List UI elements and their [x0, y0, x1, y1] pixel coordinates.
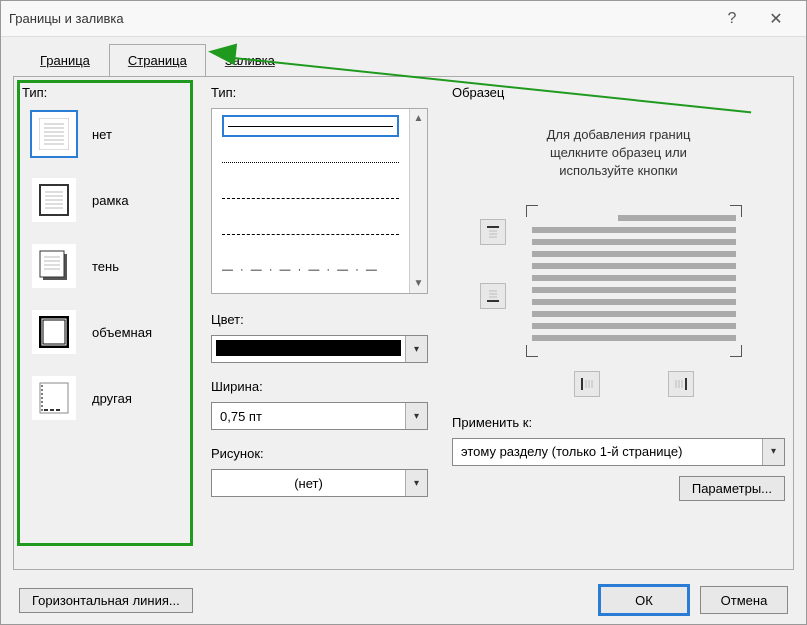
preview-hint: Для добавления границ щелкните образец и…	[452, 126, 785, 181]
color-swatch	[216, 340, 401, 356]
tab-border[interactable]: Граница	[21, 44, 109, 77]
line-style-dashed-short[interactable]	[222, 187, 399, 209]
borders-shading-dialog: Границы и заливка ? ✕ Граница Страница З…	[0, 0, 807, 625]
setting-group-label: Тип:	[22, 85, 197, 100]
setting-box-icon	[32, 178, 76, 222]
apply-to-value: этому разделу (только 1-й странице)	[453, 439, 762, 465]
width-dropdown-button[interactable]: ▾	[405, 403, 427, 429]
options-button[interactable]: Параметры...	[679, 476, 785, 501]
setting-none-icon	[32, 112, 76, 156]
ok-button[interactable]: ОК	[600, 586, 688, 614]
preview-group-label: Образец	[452, 85, 785, 100]
setting-shadow-icon	[32, 244, 76, 288]
close-button[interactable]: ✕	[754, 1, 798, 37]
scroll-down-icon[interactable]: ▼	[414, 278, 424, 289]
line-style-scrollbar[interactable]: ▲ ▼	[409, 109, 427, 293]
color-label: Цвет:	[211, 312, 428, 327]
scroll-up-icon[interactable]: ▲	[414, 113, 424, 124]
setting-shadow[interactable]: тень	[32, 244, 197, 288]
setting-box[interactable]: рамка	[32, 178, 197, 222]
setting-custom[interactable]: другая	[32, 376, 197, 420]
art-label: Рисунок:	[211, 446, 428, 461]
width-value: 0,75 пт	[212, 403, 405, 429]
border-left-button[interactable]	[574, 371, 600, 397]
line-style-dashed-long[interactable]	[222, 223, 399, 245]
width-combo[interactable]: 0,75 пт ▾	[211, 402, 428, 430]
apply-to-dropdown-button[interactable]: ▾	[762, 439, 784, 465]
setting-shadow-label: тень	[92, 259, 119, 274]
cancel-button[interactable]: Отмена	[700, 586, 788, 614]
line-style-solid[interactable]	[222, 115, 399, 137]
setting-none[interactable]: нет	[32, 112, 197, 156]
setting-custom-label: другая	[92, 391, 132, 406]
tab-page[interactable]: Страница	[109, 44, 206, 77]
line-properties-group: Тип: — · — · — · — · — · — ▲ ▼ Цвет:	[203, 85, 428, 553]
line-style-dash-dot[interactable]: — · — · — · — · — · —	[222, 259, 399, 281]
apply-to-group: Применить к: этому разделу (только 1-й с…	[452, 415, 785, 466]
setting-3d[interactable]: объемная	[32, 310, 197, 354]
setting-3d-label: объемная	[92, 325, 152, 340]
preview-area	[452, 201, 785, 411]
setting-group: Тип: нет рамка	[22, 85, 197, 553]
dialog-footer: Горизонтальная линия... ОК Отмена	[1, 582, 806, 624]
window-title: Границы и заливка	[9, 11, 124, 26]
tab-shading[interactable]: Заливка	[206, 44, 294, 77]
color-combo[interactable]: ▾	[211, 335, 428, 363]
line-style-dotted-fine[interactable]	[222, 151, 399, 173]
horizontal-line-button[interactable]: Горизонтальная линия...	[19, 588, 193, 613]
preview-page[interactable]	[532, 211, 736, 351]
border-bottom-button[interactable]	[480, 283, 506, 309]
line-style-list[interactable]: — · — · — · — · — · — ▲ ▼	[211, 108, 428, 294]
border-top-button[interactable]	[480, 219, 506, 245]
art-dropdown-button[interactable]: ▾	[405, 470, 427, 496]
width-label: Ширина:	[211, 379, 428, 394]
style-label: Тип:	[211, 85, 428, 100]
tab-strip: Граница Страница Заливка	[1, 37, 806, 76]
art-combo[interactable]: (нет) ▾	[211, 469, 428, 497]
apply-to-combo[interactable]: этому разделу (только 1-й странице) ▾	[452, 438, 785, 466]
apply-to-label: Применить к:	[452, 415, 785, 430]
title-bar: Границы и заливка ? ✕	[1, 1, 806, 37]
setting-none-label: нет	[92, 127, 112, 142]
border-right-button[interactable]	[668, 371, 694, 397]
setting-3d-icon	[32, 310, 76, 354]
tab-panel: Тип: нет рамка	[13, 76, 794, 570]
setting-custom-icon	[32, 376, 76, 420]
preview-group: Образец Для добавления границ щелкните о…	[434, 85, 785, 553]
color-dropdown-button[interactable]: ▾	[405, 336, 427, 362]
setting-box-label: рамка	[92, 193, 129, 208]
art-value: (нет)	[212, 470, 405, 496]
help-button[interactable]: ?	[710, 1, 754, 37]
